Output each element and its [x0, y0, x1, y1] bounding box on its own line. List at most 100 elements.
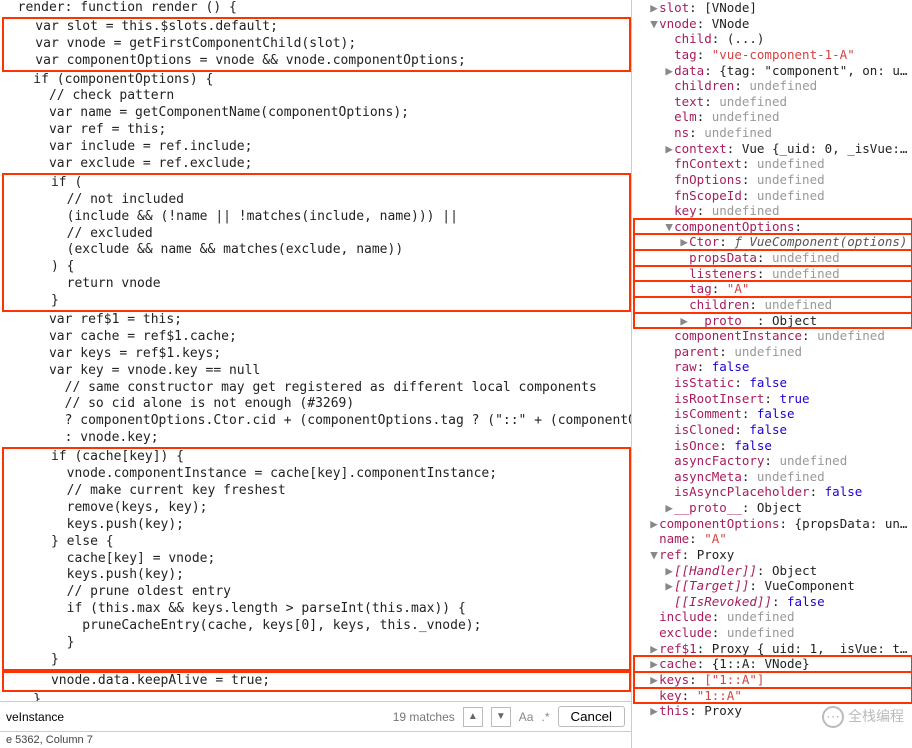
scope-property[interactable]: isComment: false [634, 406, 912, 422]
scope-property[interactable]: raw: false [634, 359, 912, 375]
scope-property[interactable]: ▶componentOptions: {propsData: un… [634, 516, 912, 532]
expand-toggle-icon[interactable]: ▼ [664, 219, 674, 235]
expand-toggle-icon[interactable]: ▶ [649, 641, 659, 657]
code-line[interactable]: // so cid alone is not enough (#3269) [2, 396, 631, 413]
scope-property[interactable]: propsData: undefined [634, 250, 912, 266]
code-line[interactable]: } [2, 293, 631, 312]
code-line[interactable]: var ref = this; [2, 122, 631, 139]
expand-toggle-icon[interactable]: ▼ [649, 16, 659, 32]
code-line[interactable]: cache[key] = vnode; [2, 551, 631, 568]
code-line[interactable]: ) { [2, 259, 631, 276]
scope-property[interactable]: ▶[[Target]]: VueComponent [634, 578, 912, 594]
expand-toggle-icon[interactable]: ▶ [649, 703, 659, 719]
scope-property[interactable]: asyncFactory: undefined [634, 453, 912, 469]
code-line[interactable]: if (componentOptions) { [2, 72, 631, 89]
next-match-button[interactable]: ▼ [491, 707, 511, 727]
expand-toggle-icon[interactable]: ▶ [664, 63, 674, 79]
scope-property[interactable]: fnContext: undefined [634, 156, 912, 172]
scope-property[interactable]: ▶ref$1: Proxy {_uid: 1, _isVue: t… [634, 641, 912, 657]
code-line[interactable]: var slot = this.$slots.default; [2, 17, 631, 36]
code-line[interactable]: } else { [2, 534, 631, 551]
code-line[interactable]: var name = getComponentName(componentOpt… [2, 105, 631, 122]
code-line[interactable]: (exclude && name && matches(exclude, nam… [2, 242, 631, 259]
expand-toggle-icon[interactable]: ▶ [679, 234, 689, 250]
expand-toggle-icon[interactable]: ▶ [664, 500, 674, 516]
scope-property[interactable]: fnOptions: undefined [634, 172, 912, 188]
code-line[interactable]: var cache = ref$1.cache; [2, 329, 631, 346]
scope-property[interactable]: componentInstance: undefined [634, 328, 912, 344]
code-line[interactable]: if ( [2, 173, 631, 192]
scope-property[interactable]: isCloned: false [634, 422, 912, 438]
scope-property[interactable]: ▶data: {tag: "component", on: u… [634, 63, 912, 79]
scope-inspector-panel[interactable]: ▶slot: [VNode] ▼vnode: VNode child: (...… [632, 0, 912, 748]
scope-property[interactable]: isOnce: false [634, 438, 912, 454]
code-line[interactable]: render: function render () { [2, 0, 631, 17]
scope-property[interactable]: fnScopeId: undefined [634, 188, 912, 204]
scope-property[interactable]: ▶[[Handler]]: Object [634, 563, 912, 579]
case-toggle[interactable]: Aa [519, 710, 534, 724]
scope-property[interactable]: elm: undefined [634, 109, 912, 125]
code-line[interactable]: : vnode.key; [2, 430, 631, 447]
code-line[interactable]: } [2, 652, 631, 671]
scope-property[interactable]: ns: undefined [634, 125, 912, 141]
scope-property[interactable]: ▶__proto__: Object [634, 500, 912, 516]
code-line[interactable]: keys.push(key); [2, 567, 631, 584]
code-line[interactable]: var include = ref.include; [2, 139, 631, 156]
code-line[interactable]: keys.push(key); [2, 517, 631, 534]
scope-property[interactable]: name: "A" [634, 531, 912, 547]
code-line[interactable]: vnode.componentInstance = cache[key].com… [2, 466, 631, 483]
expand-toggle-icon[interactable]: ▶ [649, 656, 659, 672]
code-line[interactable]: ? componentOptions.Ctor.cid + (component… [2, 413, 631, 430]
code-line[interactable]: } [2, 635, 631, 652]
scope-property[interactable]: tag: "vue-component-1-A" [634, 47, 912, 63]
code-line[interactable]: // make current key freshest [2, 483, 631, 500]
scope-property[interactable]: asyncMeta: undefined [634, 469, 912, 485]
code-line[interactable]: vnode.data.keepAlive = true; [2, 671, 631, 692]
scope-property[interactable]: child: (...) [634, 31, 912, 47]
expand-toggle-icon[interactable]: ▶ [649, 516, 659, 532]
expand-toggle-icon[interactable]: ▶ [664, 578, 674, 594]
search-input[interactable] [6, 710, 385, 724]
scope-property[interactable]: isStatic: false [634, 375, 912, 391]
code-line[interactable]: (include && (!name || !matches(include, … [2, 209, 631, 226]
scope-property[interactable]: ▶keys: ["1::A"] [634, 672, 912, 688]
code-line[interactable]: var exclude = ref.exclude; [2, 156, 631, 173]
scope-property[interactable]: ▼componentOptions: [634, 219, 912, 235]
code-line[interactable]: return vnode [2, 276, 631, 293]
scope-property[interactable]: ▶Ctor: ƒ VueComponent(options) [634, 234, 912, 250]
code-line[interactable]: // not included [2, 192, 631, 209]
code-line[interactable]: remove(keys, key); [2, 500, 631, 517]
scope-property[interactable]: isRootInsert: true [634, 391, 912, 407]
expand-toggle-icon[interactable]: ▶ [664, 141, 674, 157]
cancel-button[interactable]: Cancel [558, 706, 626, 727]
scope-property[interactable]: children: undefined [634, 297, 912, 313]
scope-property[interactable]: exclude: undefined [634, 625, 912, 641]
scope-property[interactable]: ▶context: Vue {_uid: 0, _isVue:… [634, 141, 912, 157]
regex-toggle[interactable]: .* [541, 710, 549, 724]
scope-property[interactable]: listeners: undefined [634, 266, 912, 282]
scope-property[interactable]: ▶slot: [VNode] [634, 0, 912, 16]
code-line[interactable]: } [2, 692, 631, 701]
code-line[interactable]: var vnode = getFirstComponentChild(slot)… [2, 36, 631, 53]
expand-toggle-icon[interactable]: ▶ [649, 0, 659, 16]
code-line[interactable]: // check pattern [2, 88, 631, 105]
code-line[interactable]: if (cache[key]) { [2, 447, 631, 466]
code-line[interactable]: // prune oldest entry [2, 584, 631, 601]
code-line[interactable]: // same constructor may get registered a… [2, 380, 631, 397]
expand-toggle-icon[interactable]: ▼ [649, 547, 659, 563]
expand-toggle-icon[interactable]: ▶ [664, 563, 674, 579]
code-line[interactable]: var componentOptions = vnode && vnode.co… [2, 53, 631, 72]
scope-property[interactable]: parent: undefined [634, 344, 912, 360]
scope-property[interactable]: key: undefined [634, 203, 912, 219]
scope-property[interactable]: ▶__proto__: Object [634, 313, 912, 329]
scope-property[interactable]: ▼ref: Proxy [634, 547, 912, 563]
scope-property[interactable]: isAsyncPlaceholder: false [634, 484, 912, 500]
prev-match-button[interactable]: ▲ [463, 707, 483, 727]
code-line[interactable]: pruneCacheEntry(cache, keys[0], keys, th… [2, 618, 631, 635]
scope-property[interactable]: ▶cache: {1::A: VNode} [634, 656, 912, 672]
code-line[interactable]: var key = vnode.key == null [2, 363, 631, 380]
code-line[interactable]: if (this.max && keys.length > parseInt(t… [2, 601, 631, 618]
scope-property[interactable]: [[IsRevoked]]: false [634, 594, 912, 610]
scope-property[interactable]: key: "1::A" [634, 688, 912, 704]
code-line[interactable]: var ref$1 = this; [2, 312, 631, 329]
